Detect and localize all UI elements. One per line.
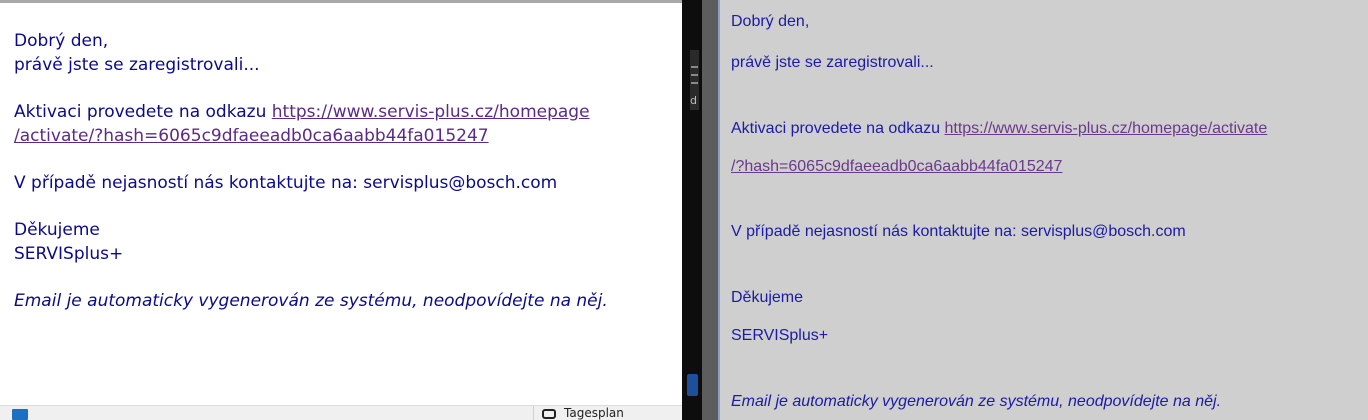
status-bar: Tagesplan bbox=[0, 405, 682, 420]
email-preview-right: Dobrý den, právě jste se zaregistrovali.… bbox=[718, 0, 1368, 420]
divider-tick bbox=[691, 82, 698, 84]
window-icon[interactable] bbox=[12, 409, 28, 420]
email-body-left: Dobrý den, právě jste se zaregistrovali.… bbox=[14, 29, 674, 336]
activation-link-part1[interactable]: https://www.servis-plus.cz/homepage bbox=[272, 102, 590, 122]
divider-tick bbox=[691, 74, 698, 76]
intro-text: právě jste se zaregistrovali... bbox=[731, 54, 934, 71]
activation-link[interactable]: https://www.servis-plus.cz/homepage/acti… bbox=[944, 120, 1267, 137]
activation-link-part2[interactable]: /?hash=6065c9dfaeeadb0ca6aabb44fa015247 bbox=[731, 158, 1062, 175]
window-divider: d bbox=[682, 0, 702, 420]
activation-link-continued[interactable]: /?hash=6065c9dfaeeadb0ca6aabb44fa015247 bbox=[731, 158, 1062, 175]
thanks-text: Děkujeme bbox=[731, 289, 804, 306]
greeting-text: Dobrý den, bbox=[731, 13, 810, 30]
divider-tick bbox=[691, 66, 698, 68]
activation-prefix: Aktivaci provedete na odkazu bbox=[731, 120, 945, 137]
window-gap bbox=[702, 0, 718, 420]
intro-text: právě jste se zaregistrovali... bbox=[14, 55, 260, 75]
tagesplan-button[interactable]: Tagesplan bbox=[533, 406, 663, 420]
activation-link-part1[interactable]: https://www.servis-plus.cz/homepage/acti… bbox=[944, 120, 1267, 137]
contact-text: V případě nejasností nás kontaktujte na:… bbox=[731, 223, 1186, 240]
activation-prefix: Aktivaci provedete na odkazu bbox=[14, 102, 272, 122]
tagesplan-label: Tagesplan bbox=[564, 406, 624, 420]
calendar-icon bbox=[542, 409, 556, 419]
taskbar-chip[interactable] bbox=[687, 374, 698, 396]
footer-note: Email je automaticky vygenerován ze syst… bbox=[14, 291, 608, 311]
contact-text: V případě nejasností nás kontaktujte na:… bbox=[14, 173, 558, 193]
thanks-text: Děkujeme bbox=[14, 220, 100, 240]
email-preview-left: Dobrý den, právě jste se zaregistrovali.… bbox=[0, 0, 682, 420]
greeting-text: Dobrý den, bbox=[14, 31, 109, 51]
activation-link-part2[interactable]: /activate/?hash=6065c9dfaeeadb0ca6aabb44… bbox=[14, 126, 489, 146]
signature-text: SERVISplus+ bbox=[731, 327, 829, 344]
footer-note: Email je automaticky vygenerován ze syst… bbox=[731, 393, 1222, 410]
divider-letter: d bbox=[690, 94, 697, 107]
signature-text: SERVISplus+ bbox=[14, 244, 124, 264]
